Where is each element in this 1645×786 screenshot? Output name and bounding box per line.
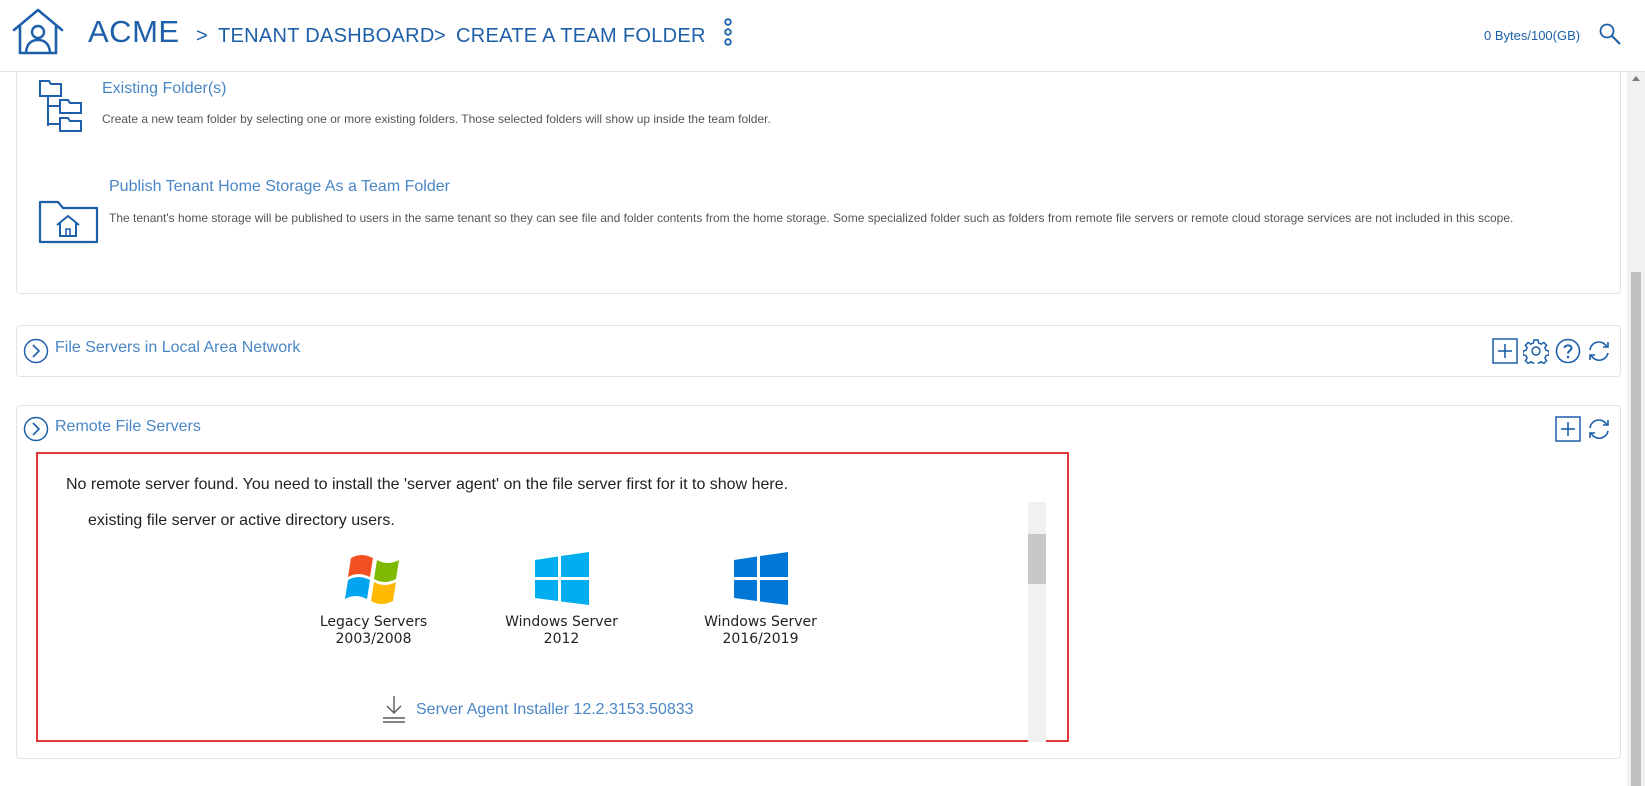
agent-info-scrollbar[interactable] (1028, 502, 1046, 742)
breadcrumb-label[interactable]: TENANT DASHBOARD (218, 25, 435, 47)
expand-chevron-icon[interactable] (23, 416, 49, 442)
brand-name[interactable]: ACME (88, 14, 180, 50)
kebab-menu-icon[interactable] (722, 18, 734, 46)
publish-home-storage-description: The tenant's home storage will be publis… (109, 211, 1514, 225)
breadcrumb-create-team-folder[interactable]: > CREATE A TEAM FOLDER (434, 25, 706, 48)
agent-info-text: existing file server or active directory… (88, 512, 395, 529)
no-remote-server-message: No remote server found. You need to inst… (66, 476, 789, 493)
help-icon[interactable] (1555, 338, 1581, 364)
existing-folders-description: Create a new team folder by selecting on… (102, 112, 771, 126)
windows-server-2012-option[interactable]: Windows Server 2012 (494, 552, 629, 648)
agent-info-frame: existing file server or active directory… (66, 502, 1074, 742)
windows-2012-logo (534, 552, 589, 605)
page-scrollbar-thumb[interactable] (1631, 272, 1641, 786)
breadcrumb-label[interactable]: CREATE A TEAM FOLDER (456, 25, 706, 47)
windows-server-2016-version: 2016/2019 (722, 631, 799, 647)
home-folder-icon[interactable] (38, 196, 100, 246)
existing-folders-option[interactable]: Existing Folder(s) (102, 80, 226, 98)
legacy-servers-version: 2003/2008 (335, 631, 412, 647)
remote-file-servers-title[interactable]: Remote File Servers (55, 418, 201, 436)
publish-home-storage-option[interactable]: Publish Tenant Home Storage As a Team Fo… (109, 178, 450, 196)
windows-legacy-logo (344, 555, 399, 604)
breadcrumb-separator: > (196, 25, 208, 47)
lan-file-servers-section: File Servers in Local Area Network (16, 325, 1621, 377)
home-icon[interactable] (10, 6, 66, 56)
windows-server-2016-option[interactable]: Windows Server 2016/2019 (693, 552, 828, 648)
lan-file-servers-title[interactable]: File Servers in Local Area Network (55, 339, 300, 357)
folder-tree-icon[interactable] (38, 78, 84, 134)
storage-usage: 0 Bytes/100(GB) (1484, 28, 1581, 43)
agent-info-scrollbar-thumb[interactable] (1028, 534, 1046, 584)
add-icon[interactable] (1492, 338, 1518, 364)
add-icon[interactable] (1555, 416, 1581, 442)
page-scrollbar[interactable] (1627, 72, 1645, 786)
legacy-servers-label: Legacy Servers (319, 614, 428, 630)
download-icon (383, 696, 405, 723)
refresh-icon[interactable] (1586, 338, 1612, 364)
refresh-icon[interactable] (1586, 416, 1612, 442)
windows-server-2016-label: Windows Server (704, 614, 817, 630)
top-header: ACME > TENANT DASHBOARD > CREATE A TEAM FO… (0, 0, 1645, 72)
server-agent-installer-link[interactable]: Server Agent Installer 12.2.3153.50833 (383, 696, 694, 723)
breadcrumb-tenant-dashboard[interactable]: > TENANT DASHBOARD (196, 25, 435, 48)
server-agent-installer-label: Server Agent Installer 12.2.3153.50833 (416, 701, 694, 718)
team-folder-options-card: Existing Folder(s) Create a new team fol… (16, 72, 1621, 294)
search-icon[interactable] (1598, 22, 1622, 46)
expand-chevron-icon[interactable] (23, 338, 49, 364)
windows-server-2012-version: 2012 (543, 631, 580, 647)
windows-2016-logo (733, 552, 788, 605)
windows-server-2012-label: Windows Server (505, 614, 618, 630)
legacy-servers-option[interactable]: Legacy Servers 2003/2008 (306, 552, 441, 648)
scroll-up-arrow-icon[interactable] (1632, 76, 1640, 81)
breadcrumb-separator: > (434, 25, 446, 47)
remote-server-content-highlight: No remote server found. You need to inst… (36, 452, 1069, 742)
gear-icon[interactable] (1523, 338, 1549, 364)
